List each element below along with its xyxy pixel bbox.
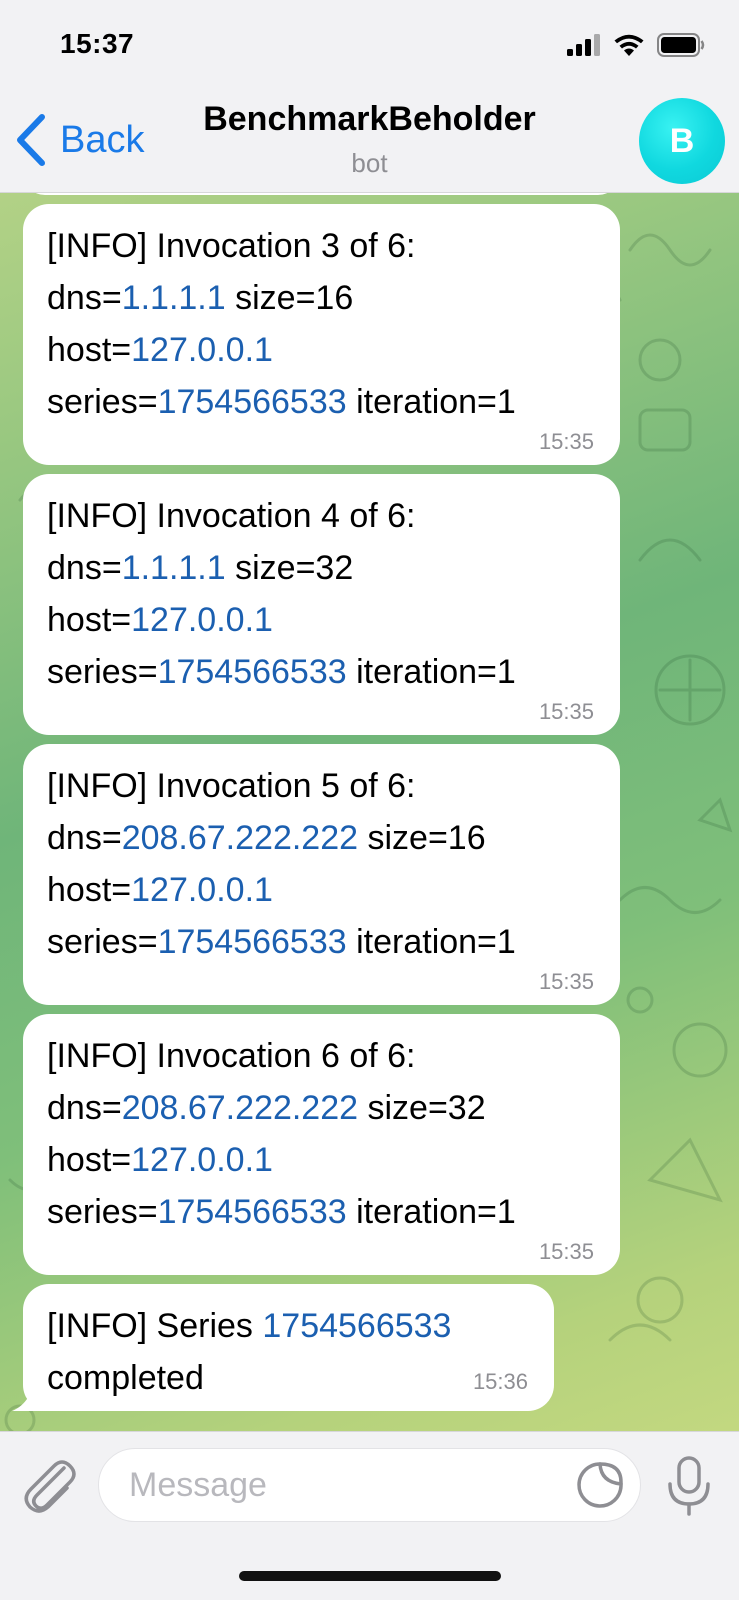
host-link[interactable]: 127.0.0.1 <box>131 331 273 369</box>
series-link[interactable]: 1754566533 <box>158 383 347 421</box>
message-time: 15:35 <box>538 969 594 994</box>
battery-icon <box>657 33 705 57</box>
message-text-line: series=1754566533 iteration=1 <box>47 1193 516 1231</box>
home-indicator <box>239 1571 501 1581</box>
message-time: 15:36 <box>472 1369 528 1394</box>
message-bubble[interactable]: [INFO] Invocation 3 of 6: dns=1.1.1.1 si… <box>23 204 620 465</box>
message-bubble[interactable]: [INFO] Invocation 5 of 6: dns=208.67.222… <box>23 744 620 1005</box>
message-text-line: dns=208.67.222.222 size=32 <box>47 1089 486 1127</box>
chat-title[interactable]: BenchmarkBeholder <box>0 100 739 139</box>
message-bubble-last[interactable]: [INFO] Series 1754566533 completed 15:36 <box>23 1284 554 1411</box>
message-bubble-partial <box>23 193 620 195</box>
series-link[interactable]: 1754566533 <box>158 923 347 961</box>
message-text-line: host=127.0.0.1 <box>47 1141 273 1179</box>
chat-subtitle: bot <box>351 148 388 178</box>
host-link[interactable]: 127.0.0.1 <box>131 871 273 909</box>
sticker-icon[interactable] <box>576 1460 624 1510</box>
message-text-line: series=1754566533 iteration=1 <box>47 923 516 961</box>
avatar[interactable]: B <box>639 98 725 184</box>
dns-link[interactable]: 208.67.222.222 <box>122 1089 358 1127</box>
message-input[interactable] <box>98 1448 641 1522</box>
dns-link[interactable]: 1.1.1.1 <box>122 549 226 587</box>
dns-link[interactable]: 1.1.1.1 <box>122 279 226 317</box>
message-time: 15:35 <box>538 1239 594 1264</box>
message-text-line: dns=208.67.222.222 size=16 <box>47 819 486 857</box>
message-bubble[interactable]: [INFO] Invocation 6 of 6: dns=208.67.222… <box>23 1014 620 1275</box>
message-text-line: [INFO] Invocation 5 of 6: <box>47 767 416 805</box>
status-icons <box>567 30 705 60</box>
host-link[interactable]: 127.0.0.1 <box>131 1141 273 1179</box>
message-time: 15:35 <box>538 699 594 724</box>
series-link[interactable]: 1754566533 <box>158 653 347 691</box>
message-time: 15:35 <box>538 429 594 454</box>
message-text-line: dns=1.1.1.1 size=32 <box>47 549 354 587</box>
message-bubble[interactable]: [INFO] Invocation 4 of 6: dns=1.1.1.1 si… <box>23 474 620 735</box>
chat-header: Back BenchmarkBeholder bot B <box>0 92 739 193</box>
message-text-line: host=127.0.0.1 <box>47 331 273 369</box>
message-text-line: [INFO] Invocation 6 of 6: <box>47 1037 416 1075</box>
wifi-icon <box>614 34 644 56</box>
dns-link[interactable]: 208.67.222.222 <box>122 819 358 857</box>
message-text-line: series=1754566533 iteration=1 <box>47 653 516 691</box>
message-text-line: host=127.0.0.1 <box>47 601 273 639</box>
message-list[interactable]: [INFO] Invocation 3 of 6: dns=1.1.1.1 si… <box>0 193 739 1431</box>
status-time: 15:37 <box>60 28 135 59</box>
series-link[interactable]: 1754566533 <box>158 1193 347 1231</box>
message-text-line: [INFO] Invocation 3 of 6: <box>47 227 416 265</box>
series-link[interactable]: 1754566533 <box>262 1307 451 1345</box>
message-text-line: dns=1.1.1.1 size=16 <box>47 279 354 317</box>
message-text-line: [INFO] Series 1754566533 <box>47 1307 452 1345</box>
message-text-line: completed <box>47 1359 204 1397</box>
telegram-chat-screen: 15:37 Back BenchmarkBeholder bot B [INFO… <box>0 0 739 1600</box>
microphone-icon[interactable] <box>664 1454 714 1518</box>
paperclip-icon[interactable] <box>20 1454 80 1518</box>
signal-icon <box>567 34 600 56</box>
status-bar: 15:37 <box>0 0 739 92</box>
message-text-line: series=1754566533 iteration=1 <box>47 383 516 421</box>
message-text-line: host=127.0.0.1 <box>47 871 273 909</box>
message-text-line: [INFO] Invocation 4 of 6: <box>47 497 416 535</box>
message-input-bar <box>0 1431 739 1600</box>
host-link[interactable]: 127.0.0.1 <box>131 601 273 639</box>
